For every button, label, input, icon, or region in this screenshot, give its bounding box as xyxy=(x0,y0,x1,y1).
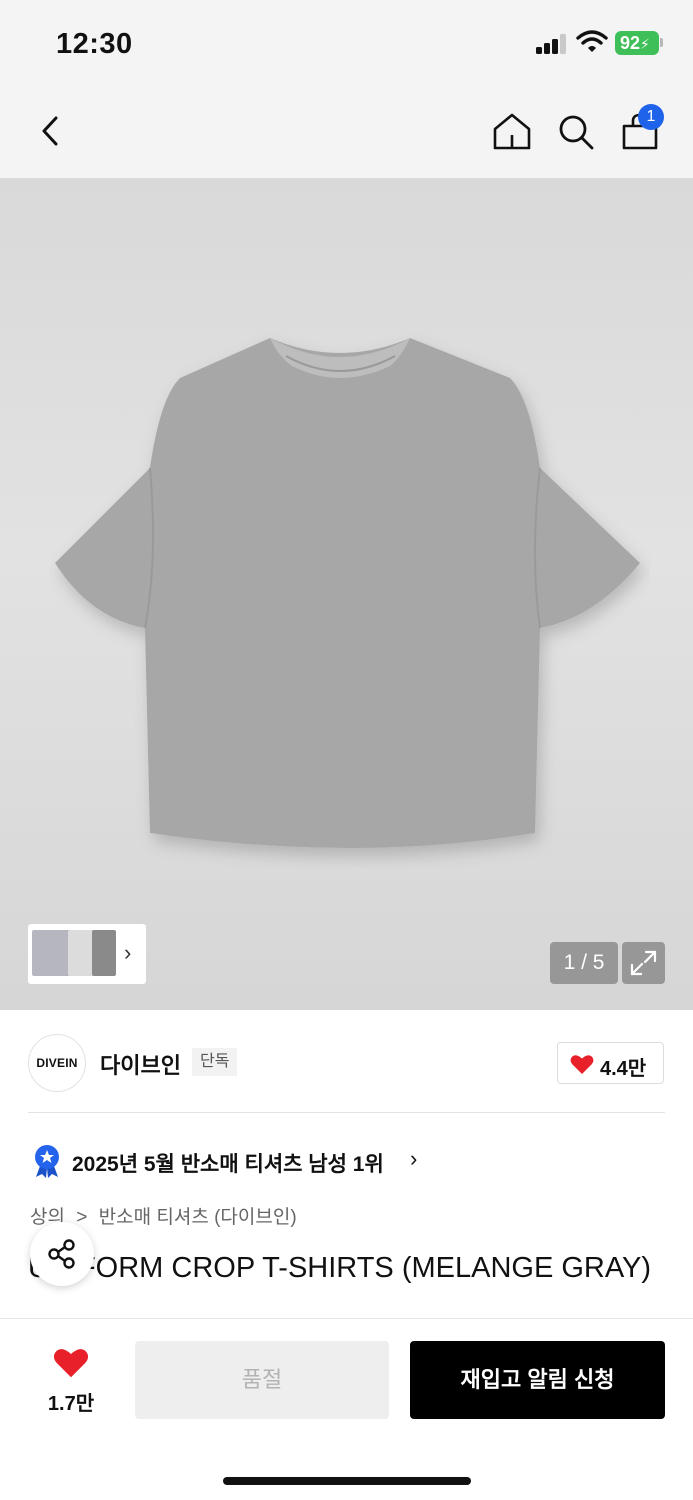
tshirt-product-image xyxy=(55,338,640,848)
expand-image-button[interactable] xyxy=(622,942,665,984)
wishlist-button[interactable]: 1.7만 xyxy=(38,1345,104,1415)
share-icon xyxy=(48,1239,75,1269)
thumbnail-image[interactable] xyxy=(92,930,116,976)
gallery-page-indicator: 1 / 5 xyxy=(550,942,618,984)
chevron-right-icon: › xyxy=(124,940,132,965)
heart-icon xyxy=(53,1349,89,1378)
thumbnail-strip[interactable]: › xyxy=(28,924,146,984)
thumbnail-image[interactable] xyxy=(68,930,94,976)
cart-count-badge: 1 xyxy=(638,104,664,130)
product-title: UNIFORM CROP T-SHIRTS (MELANGE GRAY) xyxy=(28,1252,652,1284)
search-icon xyxy=(559,115,594,150)
charging-bolt-icon: ⚡ xyxy=(640,36,650,52)
back-button[interactable] xyxy=(30,110,74,154)
home-icon xyxy=(493,113,531,150)
brand-row: DIVEIN 다이브인 단독 4.4만 xyxy=(0,1010,693,1114)
battery-cap xyxy=(660,38,663,47)
restock-notification-button[interactable]: 재입고 알림 신청 xyxy=(410,1341,665,1419)
brand-name[interactable]: 다이브인 xyxy=(100,1048,181,1080)
chevron-right-icon: › xyxy=(410,1146,418,1171)
heart-icon xyxy=(570,1055,594,1074)
breadcrumb-separator: > xyxy=(76,1207,88,1228)
ranking-text: 2025년 5월 반소매 티셔츠 남성 1위 xyxy=(72,1153,384,1176)
wifi-icon xyxy=(576,30,608,52)
product-image-gallery[interactable]: › 1 / 5 xyxy=(0,178,693,1010)
chevron-left-icon xyxy=(42,116,58,146)
brand-like-button[interactable]: 4.4만 xyxy=(557,1042,664,1084)
exclusive-tag: 단독 xyxy=(192,1048,238,1076)
cellular-signal-icon xyxy=(536,34,568,54)
brand-logo[interactable]: DIVEIN xyxy=(28,1034,86,1092)
divider xyxy=(28,1112,665,1113)
home-button[interactable] xyxy=(490,110,534,154)
home-indicator xyxy=(223,1477,471,1485)
battery-indicator: 92⚡ xyxy=(615,31,659,55)
expand-icon xyxy=(630,950,657,976)
wishlist-count: 1.7만 xyxy=(47,1393,95,1415)
soldout-button: 품절 xyxy=(135,1341,389,1419)
search-button[interactable] xyxy=(554,110,598,154)
ranking-badge-icon xyxy=(35,1145,59,1178)
breadcrumb-item-short-sleeve[interactable]: 반소매 티셔츠 (다이브인) xyxy=(99,1207,297,1228)
top-nav-bar: 1 xyxy=(0,88,693,178)
brand-like-count: 4.4만 xyxy=(600,1058,647,1080)
bottom-action-bar: 1.7만 품절 재입고 알림 신청 xyxy=(0,1318,693,1500)
status-time: 12:30 xyxy=(56,28,133,60)
status-bar: 12:30 92⚡ xyxy=(0,0,693,88)
share-button[interactable] xyxy=(30,1222,94,1286)
battery-level: 92 xyxy=(620,33,641,53)
